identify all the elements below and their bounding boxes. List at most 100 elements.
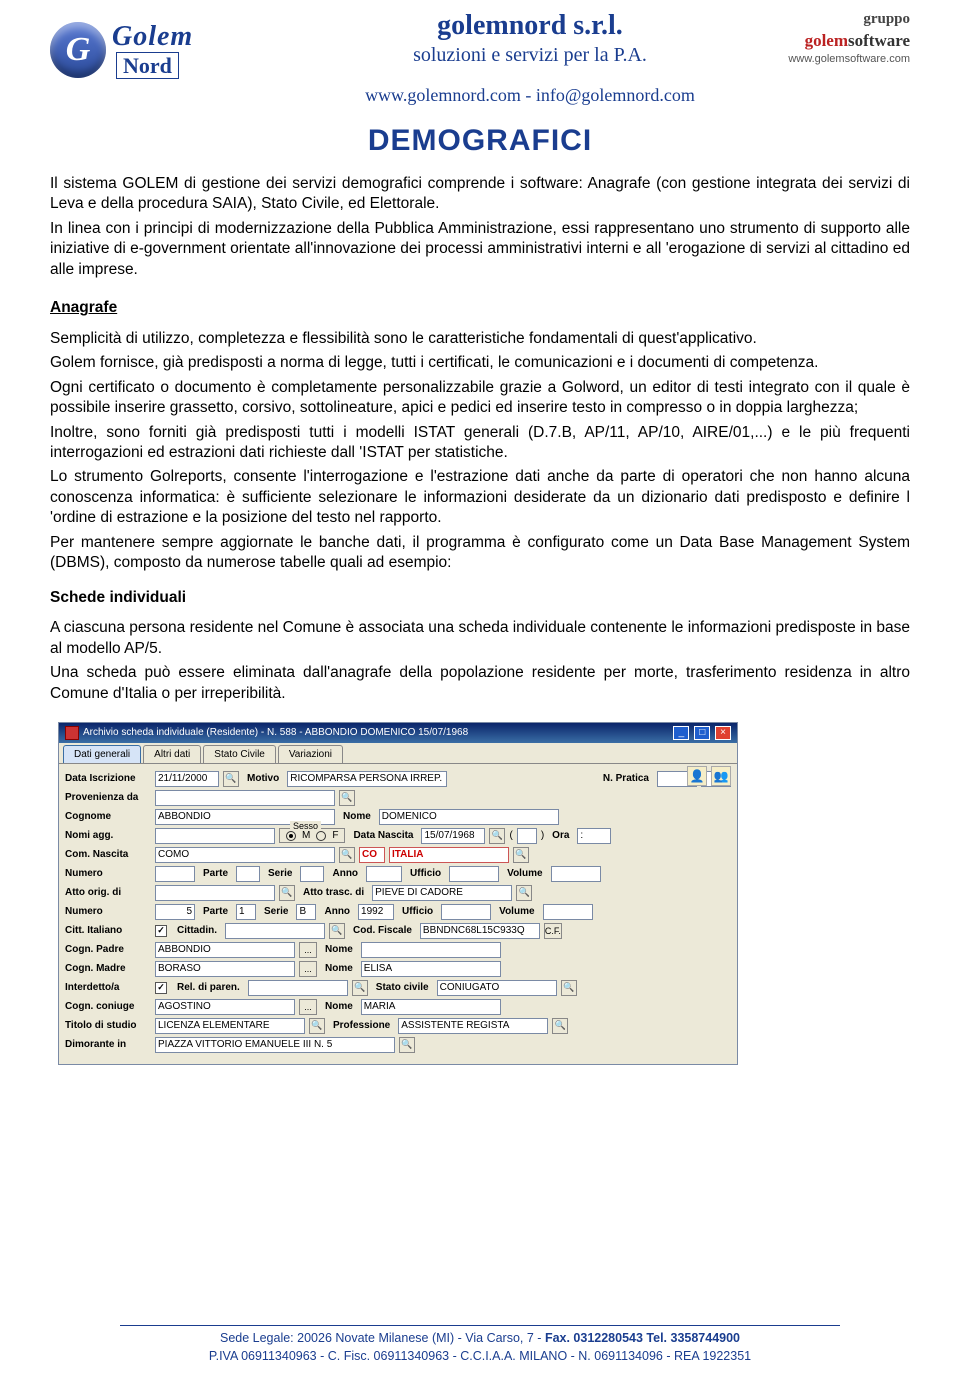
search-icon-5[interactable] xyxy=(516,885,532,901)
field-cogn-padre[interactable] xyxy=(155,942,295,958)
group-label: gruppo xyxy=(750,10,910,30)
close-button[interactable]: × xyxy=(715,726,731,740)
window-buttons: _ □ × xyxy=(671,726,731,740)
toolbar-user2-icon[interactable]: 👥 xyxy=(711,766,731,786)
lbl-atto-trasc: Atto trasc. di xyxy=(299,887,368,898)
company-subtitle: soluzioni e servizi per la P.A. xyxy=(310,44,750,67)
field-motivo[interactable] xyxy=(287,771,447,787)
calendar-icon[interactable] xyxy=(223,771,239,787)
search-icon-2[interactable] xyxy=(339,847,355,863)
tab-bar: Dati generali Altri dati Stato Civile Va… xyxy=(59,743,737,764)
lbl-dimorante: Dimorante in xyxy=(65,1039,151,1050)
cf-button[interactable]: C.F. xyxy=(544,923,562,939)
page-title: DEMOGRAFICI xyxy=(50,124,910,158)
search-icon-11[interactable] xyxy=(399,1037,415,1053)
tab-altri-dati[interactable]: Altri dati xyxy=(143,745,201,763)
footer-line2: P.IVA 06911340963 - C. Fisc. 06911340963… xyxy=(0,1348,960,1366)
field-volume2[interactable] xyxy=(543,904,593,920)
field-rel-paren[interactable] xyxy=(248,980,348,996)
field-anno1[interactable] xyxy=(366,866,402,882)
tab-stato-civile[interactable]: Stato Civile xyxy=(203,745,276,763)
field-dimorante[interactable] xyxy=(155,1037,395,1053)
field-titolo-studio[interactable] xyxy=(155,1018,305,1034)
field-provincia[interactable] xyxy=(359,847,385,863)
field-serie2[interactable] xyxy=(296,904,316,920)
search-icon[interactable] xyxy=(339,790,355,806)
search-icon-10[interactable] xyxy=(552,1018,568,1034)
lbl-volume2: Volume xyxy=(495,906,538,917)
field-nome-coniuge[interactable] xyxy=(361,999,501,1015)
search-icon-4[interactable] xyxy=(279,885,295,901)
search-icon-7[interactable] xyxy=(352,980,368,996)
radio-m[interactable] xyxy=(286,831,296,841)
field-numero1[interactable] xyxy=(155,866,195,882)
field-nome-madre[interactable] xyxy=(361,961,501,977)
field-serie1[interactable] xyxy=(300,866,324,882)
field-professione[interactable] xyxy=(398,1018,548,1034)
field-parte2[interactable] xyxy=(236,904,256,920)
sesso-group: Sesso M F xyxy=(279,828,345,843)
field-volume1[interactable] xyxy=(551,866,601,882)
search-icon-3[interactable] xyxy=(513,847,529,863)
field-cogn-coniuge[interactable] xyxy=(155,999,295,1015)
lbl-nome: Nome xyxy=(339,811,375,822)
field-cogn-madre[interactable] xyxy=(155,961,295,977)
field-provenienza[interactable] xyxy=(155,790,335,806)
form-body: 👤 👥 Data Iscrizione Motivo N. Pratica Pr… xyxy=(59,764,737,1064)
field-nomi-agg[interactable] xyxy=(155,828,275,844)
lbl-citt: Citt. Italiano xyxy=(65,925,151,936)
dots-padre[interactable]: ... xyxy=(299,942,317,958)
field-codfisc[interactable] xyxy=(420,923,540,939)
lbl-cittadin: Cittadin. xyxy=(173,925,221,936)
field-atto-trasc[interactable] xyxy=(372,885,512,901)
toolbar-user1-icon[interactable]: 👤 xyxy=(687,766,707,786)
app-icon xyxy=(65,726,79,740)
field-data-iscrizione[interactable] xyxy=(155,771,219,787)
lbl-anno2: Anno xyxy=(320,906,354,917)
window-titlebar[interactable]: Archivio scheda individuale (Residente) … xyxy=(59,723,737,743)
tab-variazioni[interactable]: Variazioni xyxy=(278,745,343,763)
field-ora[interactable] xyxy=(577,828,611,844)
section-anagrafe-head: Anagrafe xyxy=(50,298,117,318)
field-ufficio2[interactable] xyxy=(441,904,491,920)
check-cittadino[interactable] xyxy=(155,925,167,937)
field-nazione[interactable] xyxy=(389,847,509,863)
maximize-button[interactable]: □ xyxy=(694,726,710,740)
lbl-sesso: Sesso xyxy=(290,821,321,831)
lbl-numero2: Numero xyxy=(65,906,151,917)
intro-p1: Il sistema GOLEM di gestione dei servizi… xyxy=(50,174,910,215)
radio-f[interactable] xyxy=(316,831,326,841)
field-ufficio1[interactable] xyxy=(449,866,499,882)
tab-dati-generali[interactable]: Dati generali xyxy=(63,745,141,763)
search-icon-6[interactable] xyxy=(329,923,345,939)
field-nome-padre[interactable] xyxy=(361,942,501,958)
field-nome[interactable] xyxy=(379,809,559,825)
minimize-button[interactable]: _ xyxy=(673,726,689,740)
dots-madre[interactable]: ... xyxy=(299,961,317,977)
lbl-interdetto: Interdetto/a xyxy=(65,982,151,993)
field-mesi[interactable] xyxy=(517,828,537,844)
lbl-volume1: Volume xyxy=(503,868,546,879)
anagrafe-p3: Ogni certificato o documento è completam… xyxy=(50,378,910,419)
field-anno2[interactable] xyxy=(358,904,394,920)
calendar-icon-2[interactable] xyxy=(489,828,505,844)
field-stato-civile[interactable] xyxy=(437,980,557,996)
logo-text: Golem xyxy=(112,21,193,52)
search-icon-8[interactable] xyxy=(561,980,577,996)
search-icon-9[interactable] xyxy=(309,1018,325,1034)
check-interdetto[interactable] xyxy=(155,982,167,994)
lbl-cogn-madre: Cogn. Madre xyxy=(65,963,151,974)
company-name: golemnord s.r.l. xyxy=(310,10,750,42)
dots-coniuge[interactable]: ... xyxy=(299,999,317,1015)
field-atto-orig[interactable] xyxy=(155,885,275,901)
field-parte1[interactable] xyxy=(236,866,260,882)
field-numero2[interactable] xyxy=(155,904,195,920)
body-text: Il sistema GOLEM di gestione dei servizi… xyxy=(50,174,910,704)
field-data-nascita[interactable] xyxy=(421,828,485,844)
field-cittadin[interactable] xyxy=(225,923,325,939)
lbl-provenienza: Provenienza da xyxy=(65,792,151,803)
anagrafe-p6: Per mantenere sempre aggiornate le banch… xyxy=(50,533,910,574)
logo-g-icon: G xyxy=(50,22,106,78)
field-com-nascita[interactable] xyxy=(155,847,335,863)
anagrafe-p5: Lo strumento Golreports, consente l'inte… xyxy=(50,467,910,528)
